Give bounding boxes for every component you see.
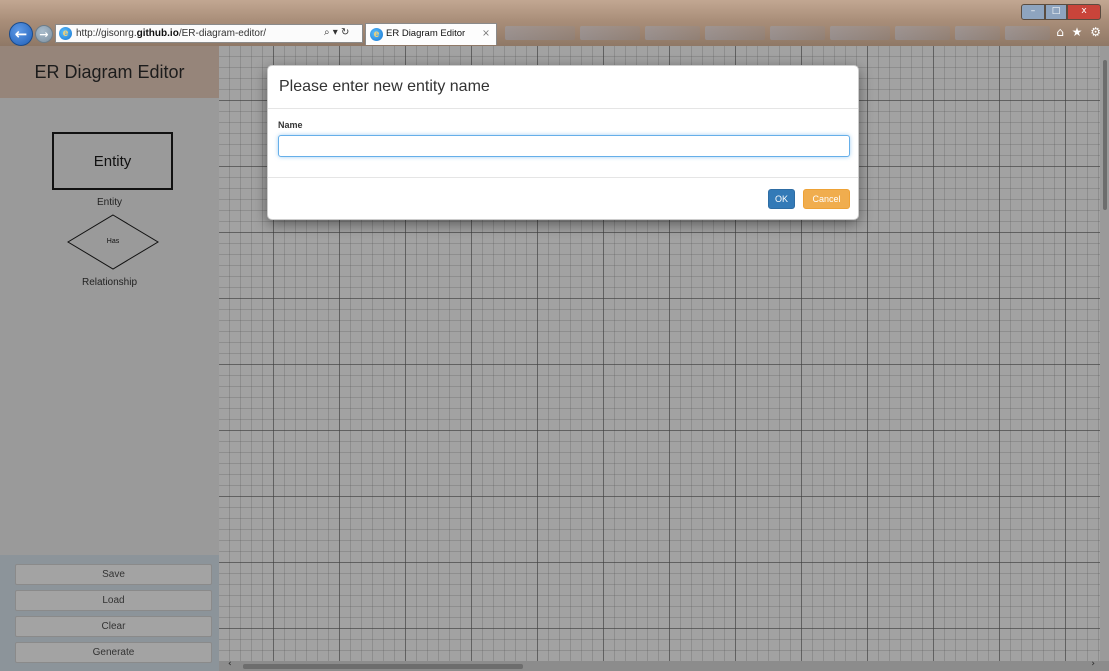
- tab-title: ER Diagram Editor: [386, 28, 466, 39]
- maximize-icon[interactable]: □: [1045, 4, 1067, 20]
- address-bar[interactable]: e http://gisonrg.github.io/ER-diagram-ed…: [55, 24, 363, 43]
- blurred-tab[interactable]: [1005, 26, 1050, 40]
- vertical-scrollbar-thumb[interactable]: [1103, 60, 1107, 210]
- entity-name-input[interactable]: [278, 135, 850, 157]
- vertical-scrollbar[interactable]: [1100, 46, 1109, 661]
- name-field-label: Name: [278, 120, 303, 130]
- ok-button[interactable]: OK: [768, 189, 795, 209]
- forward-arrow-icon[interactable]: →: [35, 25, 53, 43]
- tab-er-diagram-editor[interactable]: e ER Diagram Editor ×: [365, 23, 497, 45]
- dialog-header: Please enter new entity name: [268, 66, 858, 109]
- new-entity-dialog: Please enter new entity name Name OK Can…: [267, 65, 859, 220]
- dialog-footer: OK Cancel: [268, 177, 858, 220]
- horizontal-scrollbar-thumb[interactable]: [243, 664, 523, 669]
- save-button[interactable]: Save: [15, 564, 212, 585]
- ie-logo-icon: e: [59, 27, 72, 40]
- browser-chrome: ← → e http://gisonrg.github.io/ER-diagra…: [0, 0, 1109, 47]
- close-icon[interactable]: x: [1067, 4, 1101, 20]
- scroll-left-arrow-icon[interactable]: ‹: [228, 659, 232, 669]
- tab-close-icon[interactable]: ×: [482, 24, 490, 44]
- blurred-tab[interactable]: [770, 26, 825, 40]
- sidebar-footer: Save Load Clear Generate: [0, 555, 219, 671]
- blurred-tab[interactable]: [705, 26, 765, 40]
- back-arrow-icon[interactable]: ←: [9, 22, 33, 46]
- home-favorites-settings-icons[interactable]: ⌂ ★ ⚙: [1056, 25, 1103, 39]
- url-text: http://gisonrg.github.io/ER-diagram-edit…: [76, 28, 267, 39]
- cancel-button[interactable]: Cancel: [803, 189, 850, 209]
- dialog-title: Please enter new entity name: [279, 78, 490, 95]
- blurred-tab[interactable]: [895, 26, 950, 40]
- palette-entity-caption: Entity: [96, 197, 122, 208]
- blurred-tab[interactable]: [955, 26, 1000, 40]
- load-button[interactable]: Load: [15, 590, 212, 611]
- ie-logo-icon: e: [370, 28, 383, 41]
- generate-button[interactable]: Generate: [15, 642, 212, 663]
- scroll-right-arrow-icon[interactable]: ›: [1091, 659, 1095, 669]
- palette-entity-label: Entity: [93, 152, 132, 170]
- address-tools[interactable]: ⌕ ▾ ↻: [324, 24, 349, 41]
- app-title: ER Diagram Editor: [34, 61, 185, 82]
- palette-entity-shape[interactable]: Entity: [52, 132, 173, 190]
- window-controls: – □ x: [1021, 4, 1101, 20]
- blurred-tab[interactable]: [645, 26, 700, 40]
- clear-button[interactable]: Clear: [15, 616, 212, 637]
- blurred-tab[interactable]: [580, 26, 640, 40]
- palette-relationship-caption: Relationship: [81, 277, 138, 288]
- sidebar: ER Diagram Editor Entity Entity Has Rela…: [0, 46, 219, 671]
- palette-relationship-label: Has: [106, 238, 120, 245]
- minimize-icon[interactable]: –: [1021, 4, 1045, 20]
- blurred-tab[interactable]: [830, 26, 890, 40]
- horizontal-scrollbar[interactable]: ‹ ›: [219, 659, 1109, 671]
- sidebar-header: ER Diagram Editor: [0, 46, 219, 98]
- blurred-tab[interactable]: [505, 26, 575, 40]
